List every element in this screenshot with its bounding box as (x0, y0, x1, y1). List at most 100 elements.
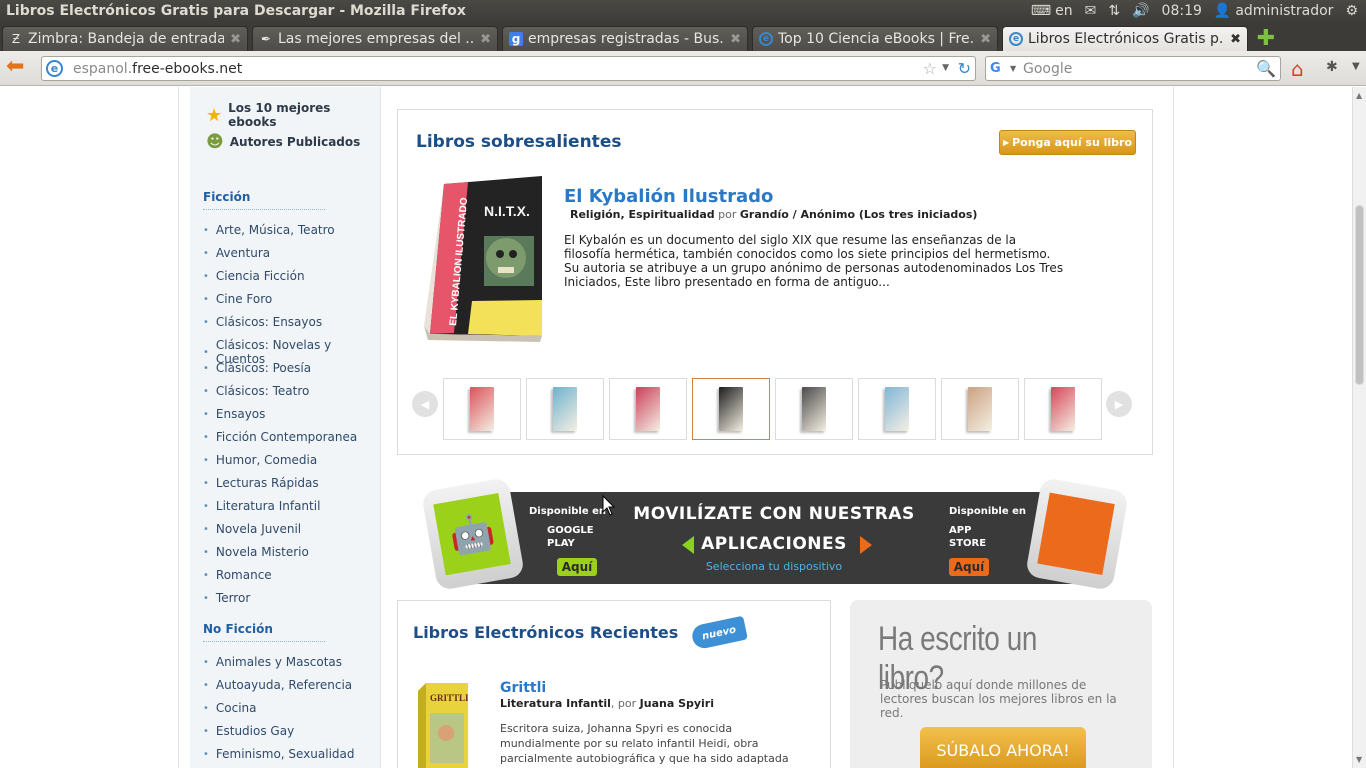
sidebar-category-item[interactable]: • Animales y Mascotas (203, 655, 342, 669)
sidebar-category-item[interactable]: • Autoayuda, Referencia (203, 678, 352, 692)
bullet-icon: • (203, 408, 209, 420)
sidebar-category-item[interactable]: • Estudios Gay (203, 724, 294, 738)
search-icon[interactable]: 🔍 (1256, 59, 1276, 78)
arrow-right-icon (860, 536, 872, 554)
sidebar-category-item[interactable]: • Feminismo, Sexualidad (203, 747, 355, 761)
carousel-thumbnail[interactable] (609, 378, 687, 440)
mail-icon[interactable]: ✉ (1085, 3, 1097, 19)
recent-book-title[interactable]: Grittli (500, 680, 546, 696)
sidebar-category-item[interactable]: • Clásicos: Poesía (203, 361, 311, 375)
tab-zimbra[interactable]: Ƶ Zimbra: Bandeja de entrada ✖ (2, 26, 248, 51)
site-identity-icon[interactable]: e (46, 60, 63, 77)
featured-book-title[interactable]: El Kybalión Ilustrado (564, 186, 773, 207)
upload-now-button[interactable]: SÚBALO AHORA! (920, 727, 1086, 768)
sidebar-category-label: Cine Foro (215, 292, 273, 306)
nonfiction-heading[interactable]: No Ficción (203, 622, 273, 636)
page-scrollbar[interactable]: ▲ ▼ (1352, 87, 1366, 768)
clock[interactable]: 08:19 (1162, 3, 1202, 19)
sidebar-category-item[interactable]: • Humor, Comedia (203, 453, 317, 467)
google-icon[interactable]: G (990, 61, 1001, 76)
tab-label: Libros Electrónicos Gratis p... (1028, 31, 1225, 47)
banner-subtitle: Selecciona tu dispositivo (705, 560, 843, 573)
reload-icon[interactable]: ↻ (958, 59, 971, 78)
app-store-button[interactable]: Aquí (949, 558, 989, 576)
close-tab-icon[interactable]: ✖ (980, 32, 991, 47)
volume-icon[interactable]: 🔊 (1132, 3, 1149, 19)
bullet-icon: • (203, 592, 209, 604)
main-column: Libros sobresalientes ▶ Ponga aquí su lib… (396, 87, 1156, 768)
carousel-thumbnail[interactable] (443, 378, 521, 440)
tab-top10[interactable]: e Top 10 Ciencia eBooks | Fre... ✖ (752, 26, 998, 51)
featured-book-author[interactable]: Grandío / Anónimo (Los tres iniciados) (740, 208, 978, 221)
featured-book-cover[interactable]: N.I.T.X. EL KYBALION ILUSTRADO (424, 176, 544, 354)
sidebar-category-item[interactable]: • Terror (203, 591, 250, 605)
tab-libros-active[interactable]: e Libros Electrónicos Gratis p... ✖ (1002, 26, 1248, 51)
gear-icon[interactable]: ⚙ (1345, 3, 1358, 19)
scrollbar-thumb[interactable] (1355, 205, 1364, 385)
carousel-thumbnail[interactable] (692, 378, 770, 440)
sidebar-category-item[interactable]: • Literatura Infantil (203, 499, 320, 513)
tab-empresas[interactable]: ✒ Las mejores empresas del ... ✖ (252, 26, 498, 51)
sidebar-category-item[interactable]: • Romance (203, 568, 272, 582)
mobile-apps-banner[interactable]: 🤖 Disponible en GOOGLE PLAY Aquí MOVILÍZ… (420, 477, 1130, 591)
recent-book-meta: Literatura Infantil, por Juana Spyiri (500, 697, 714, 710)
featured-book-category[interactable]: Religión, Espiritualidad (570, 208, 715, 221)
carousel-thumbnail[interactable] (1024, 378, 1102, 440)
bullet-icon: • (203, 247, 209, 259)
fiction-heading[interactable]: Ficción (203, 190, 250, 204)
sidebar-category-item[interactable]: • Aventura (203, 246, 270, 260)
carousel-prev-button[interactable]: ◀ (412, 391, 438, 417)
bullet-icon: • (203, 679, 209, 691)
close-tab-icon[interactable]: ✖ (1230, 32, 1241, 47)
address-bar[interactable]: e espanol.free-ebooks.net ☆ ▼ ↻ (41, 56, 976, 81)
bullet-icon: • (203, 748, 209, 760)
user-menu[interactable]: 👤 administrador (1214, 3, 1334, 19)
sidebar-category-item[interactable]: • Cocina (203, 701, 257, 715)
network-icon[interactable]: ⇅ (1108, 3, 1120, 19)
history-dropdown-icon[interactable]: ▼ (942, 63, 949, 73)
keyboard-indicator[interactable]: ⌨ en (1031, 3, 1073, 19)
sidebar-category-item[interactable]: • Ciencia Ficción (203, 269, 305, 283)
close-tab-icon[interactable]: ✖ (480, 32, 491, 47)
url-text[interactable]: espanol.free-ebooks.net (73, 61, 242, 77)
recent-book-author[interactable]: Juana Spyiri (640, 697, 714, 710)
site-container: ★ Los 10 mejores ebooks ☻ Autores Public… (178, 87, 1174, 768)
sidebar-category-item[interactable]: • Novela Juvenil (203, 522, 301, 536)
tab-google-search[interactable]: g empresas registradas - Bus... ✖ (502, 26, 748, 51)
recent-book-category[interactable]: Literatura Infantil (500, 697, 611, 710)
carousel-thumbnail[interactable] (526, 378, 604, 440)
authors-link[interactable]: ☻ Autores Publicados (206, 132, 360, 152)
sidebar-category-item[interactable]: • Ficción Contemporanea (203, 430, 357, 444)
carousel-thumbnail[interactable] (775, 378, 853, 440)
search-bar[interactable]: G ▼ Google 🔍 (985, 56, 1281, 81)
scroll-down-icon[interactable]: ▼ (1356, 755, 1362, 764)
new-tab-button[interactable]: ✚ (1254, 26, 1278, 51)
close-tab-icon[interactable]: ✖ (230, 32, 241, 47)
search-placeholder: Google (1023, 61, 1073, 77)
sidebar-category-item[interactable]: • Novela Misterio (203, 545, 309, 559)
carousel-thumbnail[interactable] (858, 378, 936, 440)
addon-icon[interactable]: ✱ (1326, 59, 1338, 75)
recent-books-panel: Libros Electrónicos Recientes nuevo GRIT… (397, 600, 831, 768)
recent-book-cover[interactable]: GRITTLI (418, 683, 468, 768)
sidebar-category-item[interactable]: • Clásicos: Ensayos (203, 315, 322, 329)
back-button[interactable]: ⬅ (6, 56, 30, 79)
sidebar-category-label: Clásicos: Poesía (215, 361, 312, 375)
scroll-up-icon[interactable]: ▲ (1356, 91, 1362, 100)
top10-link[interactable]: ★ Los 10 mejores ebooks (206, 101, 380, 129)
carousel-next-button[interactable]: ▶ (1106, 391, 1132, 417)
sidebar-category-item[interactable]: • Clásicos: Teatro (203, 384, 309, 398)
google-play-button[interactable]: Aquí (557, 558, 597, 576)
bookmark-star-icon[interactable]: ☆ (923, 59, 937, 78)
sidebar-category-item[interactable]: • Ensayos (203, 407, 265, 421)
sidebar-category-item[interactable]: • Cine Foro (203, 292, 272, 306)
search-engine-dropdown-icon[interactable]: ▼ (1010, 64, 1016, 73)
add-your-book-button[interactable]: ▶ Ponga aquí su libro (999, 130, 1136, 155)
home-button[interactable]: ⌂ (1291, 57, 1304, 81)
close-tab-icon[interactable]: ✖ (730, 32, 741, 47)
tab-bar: Ƶ Zimbra: Bandeja de entrada ✖ ✒ Las mej… (0, 24, 1366, 51)
sidebar-category-item[interactable]: • Arte, Música, Teatro (203, 223, 335, 237)
sidebar-category-item[interactable]: • Lecturas Rápidas (203, 476, 319, 490)
toolbar-menu-chevron-icon[interactable]: ▼ (1352, 61, 1360, 72)
carousel-thumbnail[interactable] (941, 378, 1019, 440)
